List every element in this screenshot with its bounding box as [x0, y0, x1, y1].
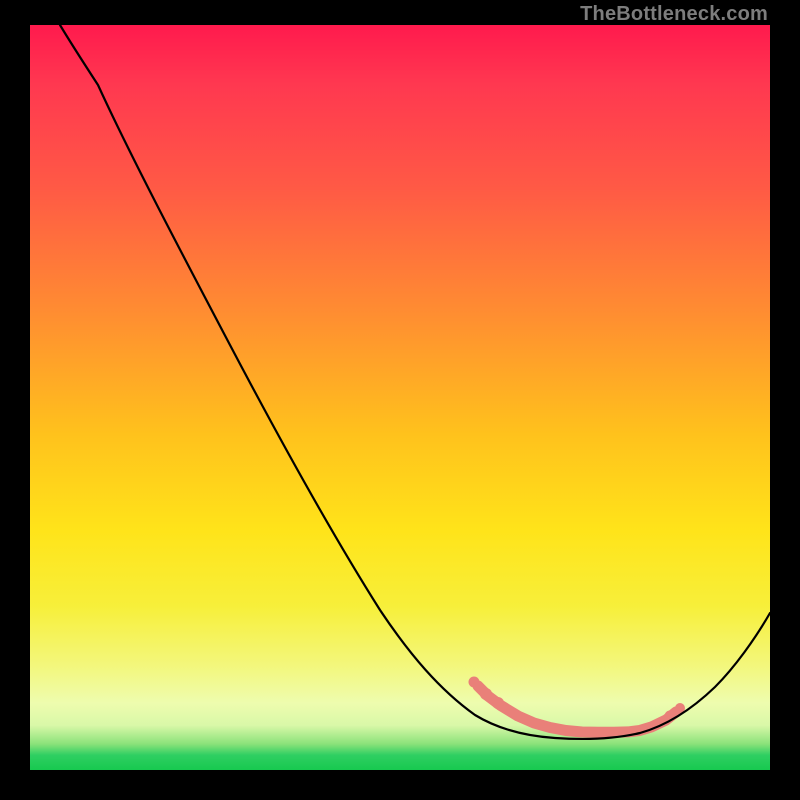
valley-highlight-stroke	[478, 686, 676, 732]
curve-svg	[30, 25, 770, 770]
valley-dot	[469, 677, 480, 688]
valley-highlight	[469, 677, 686, 733]
watermark-text: TheBottleneck.com	[580, 3, 768, 26]
valley-dot	[480, 688, 492, 700]
plot-area	[30, 25, 770, 770]
bottleneck-curve-path	[60, 25, 770, 739]
valley-dot	[492, 697, 504, 709]
chart-frame: TheBottleneck.com	[0, 0, 800, 800]
